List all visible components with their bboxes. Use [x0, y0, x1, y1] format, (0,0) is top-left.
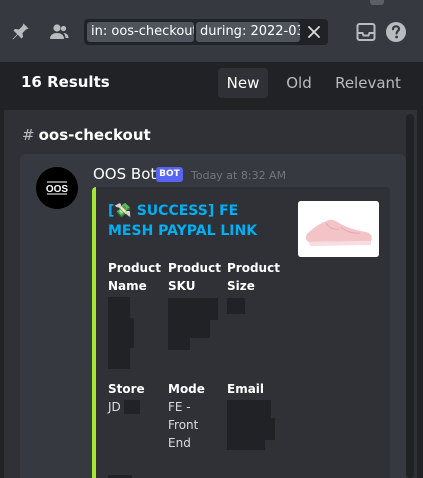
search-input[interactable]: in: oos-checkout during: 2022-03- [84, 19, 328, 45]
money-icon: 💸 [114, 203, 132, 219]
field-product-sku-label: Product SKU [168, 261, 221, 293]
channel-heading[interactable]: # oos-checkout [22, 126, 151, 144]
hash-icon: # [22, 126, 35, 144]
field-mode-value: FE - Front End [168, 400, 199, 450]
field-product-size-label: Product Size [227, 261, 280, 293]
search-filter-chip[interactable]: in: oos-checkout [87, 22, 194, 42]
pin-icon[interactable] [8, 20, 32, 44]
sneaker-image [298, 201, 379, 257]
redacted-value [124, 400, 140, 414]
tab-relevant[interactable]: Relevant [334, 68, 402, 98]
field-store-label: Store [108, 382, 145, 396]
embed-title[interactable]: [💸 SUCCESS] FE MESH PAYPAL LINK [108, 201, 288, 241]
results-count: 16 Results [21, 73, 110, 91]
inbox-icon[interactable] [354, 20, 378, 44]
scrollbar-thumb[interactable] [406, 114, 414, 478]
redacted-value [168, 336, 190, 350]
username[interactable]: OOS Bot [93, 165, 156, 183]
members-icon[interactable] [47, 20, 71, 44]
redacted-value [227, 418, 275, 440]
tab-old[interactable]: Old [282, 68, 316, 98]
field-store-value: JD [108, 400, 121, 414]
tab-new[interactable]: New [218, 68, 268, 98]
oos-logo-icon: OOS [36, 167, 78, 209]
message-embed: [💸 SUCCESS] FE MESH PAYPAL LINK Product N… [92, 187, 390, 478]
search-result-message[interactable]: OOS OOS Bot BOT Today at 8:32 AM [💸 SUCC… [20, 154, 406, 478]
help-icon[interactable] [384, 20, 408, 44]
redacted-value [227, 438, 265, 450]
redacted-value [227, 400, 271, 420]
close-icon[interactable] [304, 22, 324, 42]
field-product-name-label: Product Name [108, 261, 161, 293]
channel-toolbar: in: oos-checkout during: 2022-03- [0, 0, 423, 62]
redacted-value [227, 298, 245, 314]
field-mode-label: Mode [168, 382, 205, 396]
avatar[interactable]: OOS [36, 167, 78, 209]
message-timestamp: Today at 8:32 AM [191, 169, 287, 182]
search-filter-chip[interactable]: during: 2022-03- [196, 22, 300, 42]
avatar-text: OOS [46, 184, 69, 195]
redacted-value [122, 318, 134, 348]
results-header: 16 Results New Old Relevant [4, 62, 417, 110]
bot-badge: BOT [156, 167, 183, 182]
window-edge-indicator [370, 0, 384, 5]
redacted-value [168, 298, 218, 320]
redacted-value [168, 318, 210, 338]
field-email-label: Email [227, 382, 265, 396]
embed-accent-bar [92, 187, 96, 478]
product-thumbnail[interactable] [298, 201, 379, 257]
channel-name: oos-checkout [38, 126, 151, 144]
search-results-panel: 16 Results New Old Relevant # oos-checkou… [4, 62, 417, 478]
